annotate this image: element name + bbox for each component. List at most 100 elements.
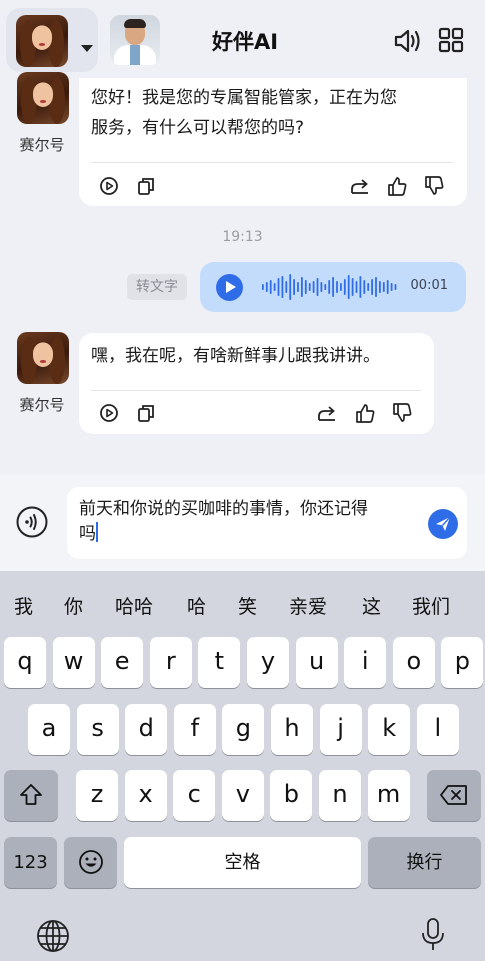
voice-duration: 00:01	[410, 278, 448, 293]
app-title: 好伴AI	[211, 30, 279, 54]
play-audio-icon[interactable]	[99, 403, 119, 423]
waveform-bar	[273, 283, 276, 291]
candidate-word[interactable]: 你	[64, 592, 83, 619]
candidate-word[interactable]: 这	[362, 592, 381, 619]
waveform-bar	[297, 282, 299, 292]
doctor-avatar[interactable]	[110, 15, 160, 65]
waveform-bar	[375, 277, 377, 297]
speaker-icon[interactable]	[393, 27, 423, 55]
key-d[interactable]: d	[125, 704, 168, 755]
waveform-bar	[281, 276, 284, 298]
key-i[interactable]: i	[344, 637, 387, 688]
play-icon[interactable]	[216, 274, 243, 301]
message-text-line: 您好！我是您的专属智能管家，正在为您	[91, 88, 397, 108]
key-y[interactable]: y	[247, 637, 289, 688]
shift-key[interactable]	[4, 770, 58, 821]
key-s[interactable]: s	[76, 704, 119, 755]
share-icon[interactable]	[316, 402, 338, 424]
waveform-bar	[312, 281, 315, 293]
thumbs-up-icon[interactable]	[354, 402, 376, 424]
waveform-bar	[285, 281, 288, 293]
waveform-bar	[343, 279, 346, 295]
convert-to-text-button[interactable]: 转文字	[127, 274, 187, 300]
candidate-word[interactable]: 笑	[238, 592, 257, 619]
thumbs-up-icon[interactable]	[386, 175, 408, 197]
sender-name: 赛尔号	[19, 136, 65, 154]
key-p[interactable]: p	[441, 637, 484, 688]
globe-icon[interactable]	[36, 919, 70, 953]
message-text-line: 嘿，我在呢，有啥新鲜事儿跟我讲讲。	[91, 346, 380, 366]
waveform-bar	[363, 280, 366, 294]
key-k[interactable]: k	[368, 704, 411, 755]
space-key[interactable]: 空格	[124, 837, 361, 888]
key-v[interactable]: v	[221, 770, 264, 821]
waveform-bar	[324, 284, 327, 290]
candidate-word[interactable]: 亲爱	[289, 592, 327, 619]
message-text-line: 服务，有什么可以帮您的吗?	[91, 118, 305, 138]
play-audio-icon[interactable]	[99, 176, 119, 196]
grid-icon[interactable]	[438, 27, 464, 53]
waveform-bar	[379, 281, 381, 293]
key-l[interactable]: l	[416, 704, 459, 755]
waveform-bar	[394, 284, 397, 290]
key-o[interactable]: o	[392, 637, 435, 688]
send-button[interactable]	[428, 509, 458, 539]
message-bubble: 您好！我是您的专属智能管家，正在为您 服务，有什么可以帮您的吗?	[79, 78, 467, 206]
candidate-word[interactable]: 我	[14, 592, 33, 619]
backspace-icon	[440, 785, 467, 805]
agent-avatar[interactable]	[17, 72, 69, 124]
thumbs-down-icon[interactable]	[391, 402, 413, 424]
key-a[interactable]: a	[28, 704, 70, 755]
return-key[interactable]: 换行	[368, 837, 481, 888]
waveform-bar	[332, 277, 334, 297]
waveform-bar	[262, 284, 264, 290]
waveform-bar	[336, 281, 338, 293]
waveform-bar	[347, 275, 350, 299]
thumbs-down-icon[interactable]	[423, 175, 445, 197]
copy-icon[interactable]	[136, 403, 156, 423]
message-input-text[interactable]: 前天和你说的买咖啡的事情，你还记得吗	[79, 497, 417, 547]
key-j[interactable]: j	[319, 704, 362, 755]
waveform-bar	[320, 282, 323, 292]
waveform-bar	[301, 277, 303, 297]
key-f[interactable]: f	[173, 704, 216, 755]
emoji-key[interactable]	[64, 837, 117, 888]
candidate-word[interactable]: 我们	[412, 592, 450, 619]
backspace-key[interactable]	[427, 770, 481, 821]
message-bubble: 嘿，我在呢，有啥新鲜事儿跟我讲讲。	[79, 333, 434, 434]
agent-avatar[interactable]	[17, 332, 69, 384]
key-e[interactable]: e	[101, 637, 144, 688]
waveform-bar	[293, 279, 295, 295]
waveform-bar	[371, 279, 373, 295]
voice-message-bubble[interactable]: 00:01	[200, 262, 466, 312]
candidate-bar: 我你哈哈哈笑亲爱这我们	[0, 571, 485, 637]
share-icon[interactable]	[349, 175, 371, 197]
key-c[interactable]: c	[173, 770, 216, 821]
microphone-icon[interactable]	[420, 917, 446, 953]
sender-name: 赛尔号	[19, 396, 65, 414]
candidate-word[interactable]: 哈	[187, 592, 206, 619]
numbers-key[interactable]: 123	[4, 837, 57, 888]
key-m[interactable]: m	[367, 770, 410, 821]
key-r[interactable]: r	[149, 637, 192, 688]
agent-switcher[interactable]	[6, 8, 98, 72]
key-n[interactable]: n	[319, 770, 361, 821]
copy-icon[interactable]	[136, 176, 156, 196]
message-input[interactable]: 前天和你说的买咖啡的事情，你还记得吗	[67, 487, 467, 559]
key-w[interactable]: w	[52, 637, 95, 688]
key-x[interactable]: x	[124, 770, 167, 821]
key-b[interactable]: b	[270, 770, 313, 821]
key-t[interactable]: t	[198, 637, 241, 688]
key-h[interactable]: h	[271, 704, 313, 755]
waveform-bar	[390, 283, 393, 291]
waveform-bar	[265, 282, 268, 292]
voice-input-icon[interactable]	[16, 506, 48, 538]
key-z[interactable]: z	[76, 770, 118, 821]
waveform-bar	[367, 283, 370, 291]
send-icon	[436, 516, 451, 531]
key-g[interactable]: g	[222, 704, 265, 755]
text-cursor	[96, 522, 98, 542]
key-u[interactable]: u	[295, 637, 338, 688]
key-q[interactable]: q	[4, 637, 46, 688]
candidate-word[interactable]: 哈哈	[115, 592, 153, 619]
